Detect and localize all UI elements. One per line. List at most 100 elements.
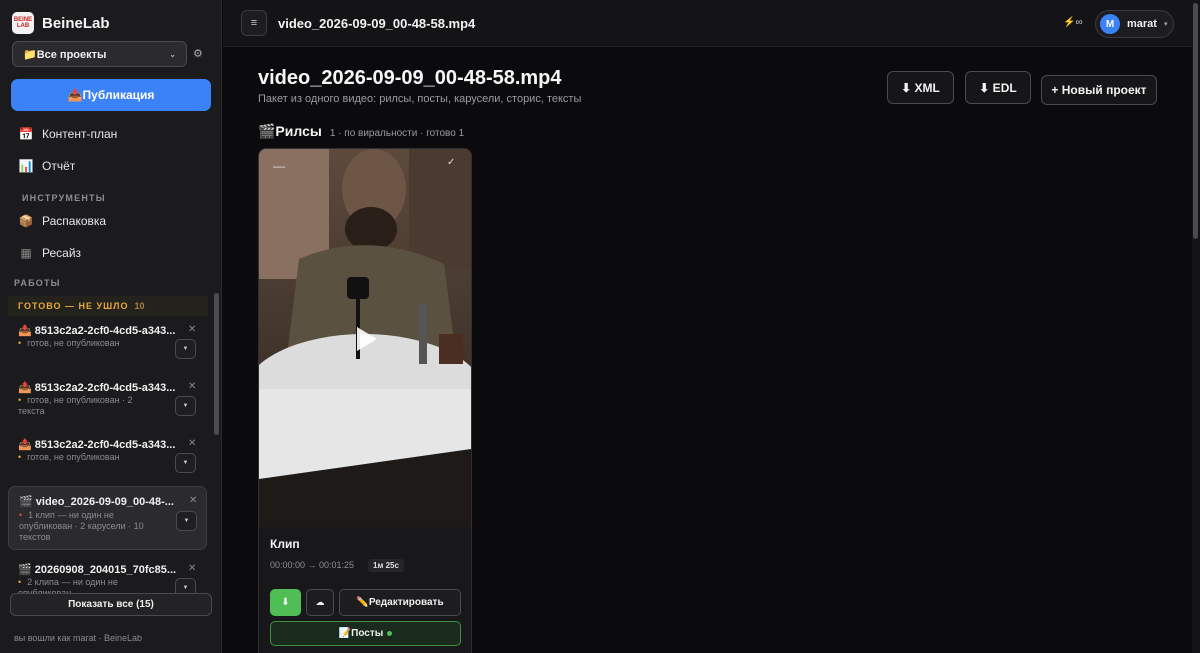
section-label-jobs: РАБОТЫ xyxy=(14,278,61,288)
project-select[interactable]: 📁Все проекты ⌄ xyxy=(12,41,187,67)
nav-item-report[interactable]: 📊 Отчёт xyxy=(18,159,76,173)
job-menu-button[interactable]: ▼ xyxy=(175,396,196,416)
export-edl-button[interactable]: ⬇ EDL xyxy=(965,71,1031,104)
job-item-active[interactable]: 🎬 video_2026-09-09_00-48-... ✕ • 1 клип —… xyxy=(8,486,207,550)
reels-meta: 1 · по виральности · готово 1 xyxy=(329,128,465,139)
close-icon[interactable]: ✕ xyxy=(188,563,196,574)
job-title-row: 📤 8513c2a2-2cf0-4cd5-a343... xyxy=(18,324,183,337)
sidebar-scrollbar[interactable] xyxy=(214,293,219,435)
job-item[interactable]: 📤 8513c2a2-2cf0-4cd5-a343... ✕ • готов, н… xyxy=(8,438,207,484)
hamburger-menu-button[interactable]: ≡ xyxy=(241,10,267,36)
gear-icon[interactable]: ⚙ xyxy=(193,47,203,60)
posts-label: 📝Посты xyxy=(338,628,384,639)
upload-icon: 📤 xyxy=(18,325,32,337)
chevron-down-icon: ▾ xyxy=(1163,21,1168,28)
grid-icon: ▦ xyxy=(20,246,32,260)
show-all-button[interactable]: Показать все (15) xyxy=(10,593,212,616)
check-icon[interactable]: ✓ xyxy=(447,157,455,168)
download-icon: ⬇ xyxy=(281,597,290,608)
clip-timecode: 00:00:00 → 00:01:25 xyxy=(270,560,355,570)
reels-title: 🎬Рилсы xyxy=(258,123,322,139)
job-meta: • готов, не опубликован xyxy=(18,452,120,462)
clip-card: — ✓ Клип 00:00:00 → 00:01:25 1м 25с ⬇ ☁ … xyxy=(258,148,472,653)
job-item[interactable]: 🎬 20260908_204015_70fc85... ✕ • 2 клипа —… xyxy=(8,563,207,593)
duration-badge: 1м 25с xyxy=(368,559,404,572)
new-project-button[interactable]: + Новый проект xyxy=(1041,75,1157,105)
main-scrollbar-thumb[interactable] xyxy=(1193,3,1198,239)
close-icon[interactable]: ✕ xyxy=(188,381,196,392)
page-subtitle: Пакет из одного видео: рилсы, посты, кар… xyxy=(258,93,582,105)
clapperboard-icon: 🎬 xyxy=(18,564,32,576)
job-meta: • готов, не опубликован · 2 текста xyxy=(18,395,133,416)
job-item[interactable]: 📤 8513c2a2-2cf0-4cd5-a343... ✕ • готов, н… xyxy=(8,324,207,374)
cloud-icon: ☁ xyxy=(315,597,325,607)
export-xml-button[interactable]: ⬇ XML xyxy=(887,71,954,104)
user-menu[interactable]: M marat ▾ xyxy=(1095,10,1174,38)
job-title: 8513c2a2-2cf0-4cd5-a343... xyxy=(34,325,176,337)
menu-icon: ≡ xyxy=(250,17,258,29)
topbar: ≡ video_2026-09-09_00-48-58.mp4 ⚡∞ M mar… xyxy=(223,0,1200,47)
posts-button[interactable]: 📝Посты xyxy=(270,621,461,646)
nav-item-content-plan[interactable]: 📅 Контент-план xyxy=(18,127,118,141)
nav-label: Контент-план xyxy=(42,127,118,141)
video-thumbnail[interactable]: — ✓ xyxy=(259,149,471,527)
clip-label: Клип xyxy=(270,537,300,551)
nav-label: Распаковка xyxy=(42,214,107,228)
upload-icon: 📤 xyxy=(18,439,32,451)
job-title: 20260908_204015_70fc85... xyxy=(34,564,177,576)
page-title: video_2026-09-09_00-48-58.mp4 xyxy=(258,67,562,89)
job-meta: • готов, не опубликован xyxy=(18,338,120,348)
reels-section-header: 🎬Рилсы 1 · по виральности · готово 1 xyxy=(258,123,464,140)
cloud-upload-button[interactable]: ☁ xyxy=(306,589,334,616)
credits-indicator: ⚡∞ xyxy=(1063,17,1083,28)
job-meta-text: готов, не опубликован · 2 текста xyxy=(18,395,133,416)
job-menu-button[interactable]: ▼ xyxy=(175,453,196,473)
group-count: 10 xyxy=(134,301,145,311)
chevron-down-icon: ⌄ xyxy=(169,49,176,59)
user-name: marat xyxy=(1127,18,1157,30)
main-scrollbar[interactable] xyxy=(1192,0,1200,653)
job-menu-button[interactable]: ▼ xyxy=(175,339,196,359)
login-note: вы вошли как marat · BeineLab xyxy=(14,633,143,643)
bar-chart-icon: 📊 xyxy=(18,159,34,173)
job-title-row: 📤 8513c2a2-2cf0-4cd5-a343... xyxy=(18,438,183,451)
job-meta: • 1 клип — ни один не опубликован · 2 кар… xyxy=(19,510,144,542)
video-frame-illustration xyxy=(259,149,471,527)
brand[interactable]: BEINE LAB BeineLab xyxy=(12,12,110,34)
close-icon[interactable]: ✕ xyxy=(188,438,196,449)
job-meta-text: 2 клипа — ни один не опубликован xyxy=(18,577,118,593)
section-label-tools: ИНСТРУМЕНТЫ xyxy=(22,193,106,203)
publish-button[interactable]: 📤Публикация xyxy=(11,79,211,111)
clapperboard-icon: 🎬 xyxy=(19,496,33,508)
nav-label: Ресайз xyxy=(42,246,82,260)
download-button[interactable]: ⬇ xyxy=(270,589,301,616)
avatar: M xyxy=(1100,14,1120,34)
job-title-row: 🎬 20260908_204015_70fc85... xyxy=(18,563,183,576)
job-meta-text: 1 клип — ни один не опубликован · 2 кару… xyxy=(19,510,144,542)
close-icon[interactable]: ✕ xyxy=(189,495,197,506)
edit-button[interactable]: ✏️Редактировать xyxy=(339,589,461,616)
job-menu-button[interactable]: ▼ xyxy=(176,511,197,531)
group-label: ГОТОВО — НЕ УШЛО xyxy=(18,301,129,311)
topbar-title: video_2026-09-09_00-48-58.mp4 xyxy=(278,16,476,31)
job-menu-button[interactable]: ▼ xyxy=(175,578,196,593)
nav-item-unpacking[interactable]: 📦 Распаковка xyxy=(18,214,107,228)
nav-item-resize[interactable]: ▦ Ресайз xyxy=(18,246,81,260)
job-title-row: 🎬 video_2026-09-09_00-48-... xyxy=(19,495,184,508)
job-group-header[interactable]: ГОТОВО — НЕ УШЛО 10 xyxy=(8,296,208,316)
brand-logo: BEINE LAB xyxy=(12,12,34,34)
brand-name: BeineLab xyxy=(42,14,110,32)
job-meta-text: готов, не опубликован xyxy=(27,338,120,348)
job-meta-text: готов, не опубликован xyxy=(27,452,120,462)
package-icon: 📦 xyxy=(18,214,34,228)
job-title: 8513c2a2-2cf0-4cd5-a343... xyxy=(34,439,176,451)
close-icon[interactable]: ✕ xyxy=(188,324,196,335)
job-title: video_2026-09-09_00-48-... xyxy=(35,496,174,508)
deselect-icon[interactable]: — xyxy=(273,159,285,173)
job-item[interactable]: 📤 8513c2a2-2cf0-4cd5-a343... ✕ • готов, н… xyxy=(8,381,207,431)
job-title: 8513c2a2-2cf0-4cd5-a343... xyxy=(34,382,176,394)
job-meta: • 2 клипа — ни один не опубликован xyxy=(18,577,138,593)
sidebar: BEINE LAB BeineLab 📁Все проекты ⌄ ⚙ 📤Пуб… xyxy=(0,0,222,653)
status-dot xyxy=(387,631,393,636)
nav-label: Отчёт xyxy=(42,159,76,173)
